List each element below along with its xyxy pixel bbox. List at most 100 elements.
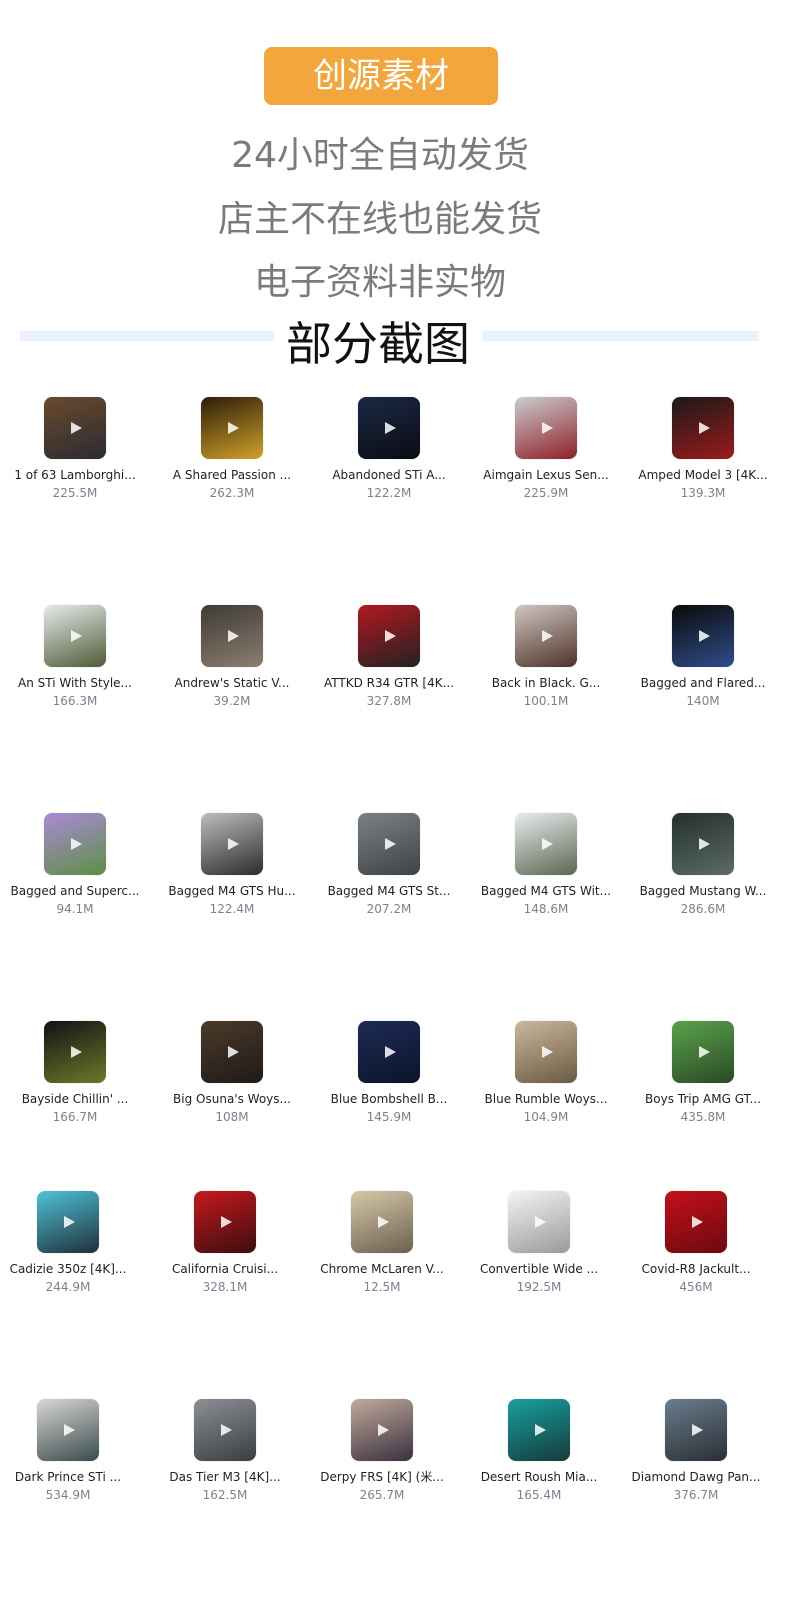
video-thumbnail[interactable] <box>515 813 577 875</box>
video-thumbnail[interactable] <box>358 397 420 459</box>
file-item[interactable]: Abandoned STi A... 122.2M <box>314 397 464 500</box>
file-size: 286.6M <box>680 902 726 916</box>
video-thumbnail[interactable] <box>358 1021 420 1083</box>
file-item[interactable]: Dark Prince STi ... 534.9M <box>0 1399 143 1502</box>
file-name: Bagged and Superc... <box>10 884 140 898</box>
file-size: 376.7M <box>673 1488 719 1502</box>
play-icon <box>228 1046 239 1058</box>
play-icon <box>228 838 239 850</box>
play-icon <box>385 422 396 434</box>
divider-left <box>20 331 274 341</box>
file-name: Amped Model 3 [4K... <box>638 468 768 482</box>
video-thumbnail[interactable] <box>351 1191 413 1253</box>
file-name: Das Tier M3 [4K]... <box>169 1470 281 1484</box>
file-size: 435.8M <box>680 1110 726 1124</box>
file-item[interactable]: Back in Black. G... 100.1M <box>471 605 621 708</box>
video-thumbnail[interactable] <box>201 1021 263 1083</box>
file-item[interactable]: Cadizie 350z [4K]... 244.9M <box>0 1191 143 1294</box>
file-size: 225.5M <box>52 486 98 500</box>
play-icon <box>385 630 396 642</box>
file-name: Covid-R8 Jackult... <box>641 1262 751 1276</box>
file-item[interactable]: Aimgain Lexus Sen... 225.9M <box>471 397 621 500</box>
video-thumbnail[interactable] <box>672 397 734 459</box>
file-size: 456M <box>679 1280 713 1294</box>
divider-right <box>482 331 759 341</box>
file-item[interactable]: California Cruisi... 328.1M <box>150 1191 300 1294</box>
file-name: Bagged M4 GTS Hu... <box>168 884 296 898</box>
file-item[interactable]: Andrew's Static V... 39.2M <box>157 605 307 708</box>
file-item[interactable]: Bagged M4 GTS Hu... 122.4M <box>157 813 307 916</box>
file-item[interactable]: Bagged Mustang W... 286.6M <box>628 813 778 916</box>
file-item[interactable]: Derpy FRS [4K] (米... 265.7M <box>307 1399 457 1502</box>
video-thumbnail[interactable] <box>44 397 106 459</box>
video-thumbnail[interactable] <box>351 1399 413 1461</box>
video-thumbnail[interactable] <box>508 1399 570 1461</box>
play-icon <box>542 630 553 642</box>
file-size: 328.1M <box>202 1280 248 1294</box>
video-thumbnail[interactable] <box>201 605 263 667</box>
file-item[interactable]: Das Tier M3 [4K]... 162.5M <box>150 1399 300 1502</box>
play-icon <box>385 1046 396 1058</box>
video-thumbnail[interactable] <box>672 813 734 875</box>
video-thumbnail[interactable] <box>44 813 106 875</box>
video-thumbnail[interactable] <box>44 1021 106 1083</box>
file-size: 166.3M <box>52 694 98 708</box>
video-thumbnail[interactable] <box>44 605 106 667</box>
video-thumbnail[interactable] <box>515 605 577 667</box>
video-thumbnail[interactable] <box>665 1399 727 1461</box>
play-icon <box>71 838 82 850</box>
file-item[interactable]: Blue Rumble Woys... 104.9M <box>471 1021 621 1124</box>
play-icon <box>64 1424 75 1436</box>
play-icon <box>71 422 82 434</box>
play-icon <box>228 630 239 642</box>
file-name: Cadizie 350z [4K]... <box>9 1262 127 1276</box>
file-item[interactable]: Desert Roush Mia... 165.4M <box>464 1399 614 1502</box>
file-name: A Shared Passion ... <box>172 468 292 482</box>
video-thumbnail[interactable] <box>672 605 734 667</box>
file-item[interactable]: Big Osuna's Woys... 108M <box>157 1021 307 1124</box>
video-thumbnail[interactable] <box>194 1191 256 1253</box>
video-thumbnail[interactable] <box>515 397 577 459</box>
file-item[interactable]: 1 of 63 Lamborghi... 225.5M <box>0 397 150 500</box>
file-item[interactable]: Bagged M4 GTS St... 207.2M <box>314 813 464 916</box>
file-item[interactable]: ATTKD R34 GTR [4K... 327.8M <box>314 605 464 708</box>
section-title: 部分截图 <box>286 317 470 371</box>
file-name: Bagged and Flared... <box>640 676 766 690</box>
file-name: California Cruisi... <box>171 1262 279 1276</box>
file-name: Andrew's Static V... <box>174 676 290 690</box>
file-item[interactable]: Bagged and Flared... 140M <box>628 605 778 708</box>
file-size: 192.5M <box>516 1280 562 1294</box>
file-size: 122.2M <box>366 486 412 500</box>
file-item[interactable]: Chrome McLaren V... 12.5M <box>307 1191 457 1294</box>
file-name: Convertible Wide ... <box>479 1262 599 1276</box>
file-item[interactable]: An STi With Style... 166.3M <box>0 605 150 708</box>
play-icon <box>71 1046 82 1058</box>
video-thumbnail[interactable] <box>515 1021 577 1083</box>
file-item[interactable]: Convertible Wide ... 192.5M <box>464 1191 614 1294</box>
file-item[interactable]: A Shared Passion ... 262.3M <box>157 397 307 500</box>
file-item[interactable]: Covid-R8 Jackult... 456M <box>621 1191 771 1294</box>
file-size: 262.3M <box>209 486 255 500</box>
video-thumbnail[interactable] <box>194 1399 256 1461</box>
video-thumbnail[interactable] <box>37 1191 99 1253</box>
video-thumbnail[interactable] <box>201 397 263 459</box>
file-item[interactable]: Amped Model 3 [4K... 139.3M <box>628 397 778 500</box>
video-thumbnail[interactable] <box>358 605 420 667</box>
video-thumbnail[interactable] <box>672 1021 734 1083</box>
video-thumbnail[interactable] <box>358 813 420 875</box>
file-item[interactable]: Bagged and Superc... 94.1M <box>0 813 150 916</box>
video-thumbnail[interactable] <box>665 1191 727 1253</box>
play-icon <box>71 630 82 642</box>
file-item[interactable]: Diamond Dawg Pan... 376.7M <box>621 1399 771 1502</box>
video-thumbnail[interactable] <box>37 1399 99 1461</box>
file-name: Bagged M4 GTS St... <box>327 884 451 898</box>
video-thumbnail[interactable] <box>508 1191 570 1253</box>
file-item[interactable]: Bayside Chillin' ... 166.7M <box>0 1021 150 1124</box>
video-thumbnail[interactable] <box>201 813 263 875</box>
play-icon <box>542 1046 553 1058</box>
file-item[interactable]: Boys Trip AMG GT... 435.8M <box>628 1021 778 1124</box>
file-name: Bagged Mustang W... <box>639 884 767 898</box>
file-name: Aimgain Lexus Sen... <box>483 468 609 482</box>
file-item[interactable]: Blue Bombshell B... 145.9M <box>314 1021 464 1124</box>
file-item[interactable]: Bagged M4 GTS Wit... 148.6M <box>471 813 621 916</box>
